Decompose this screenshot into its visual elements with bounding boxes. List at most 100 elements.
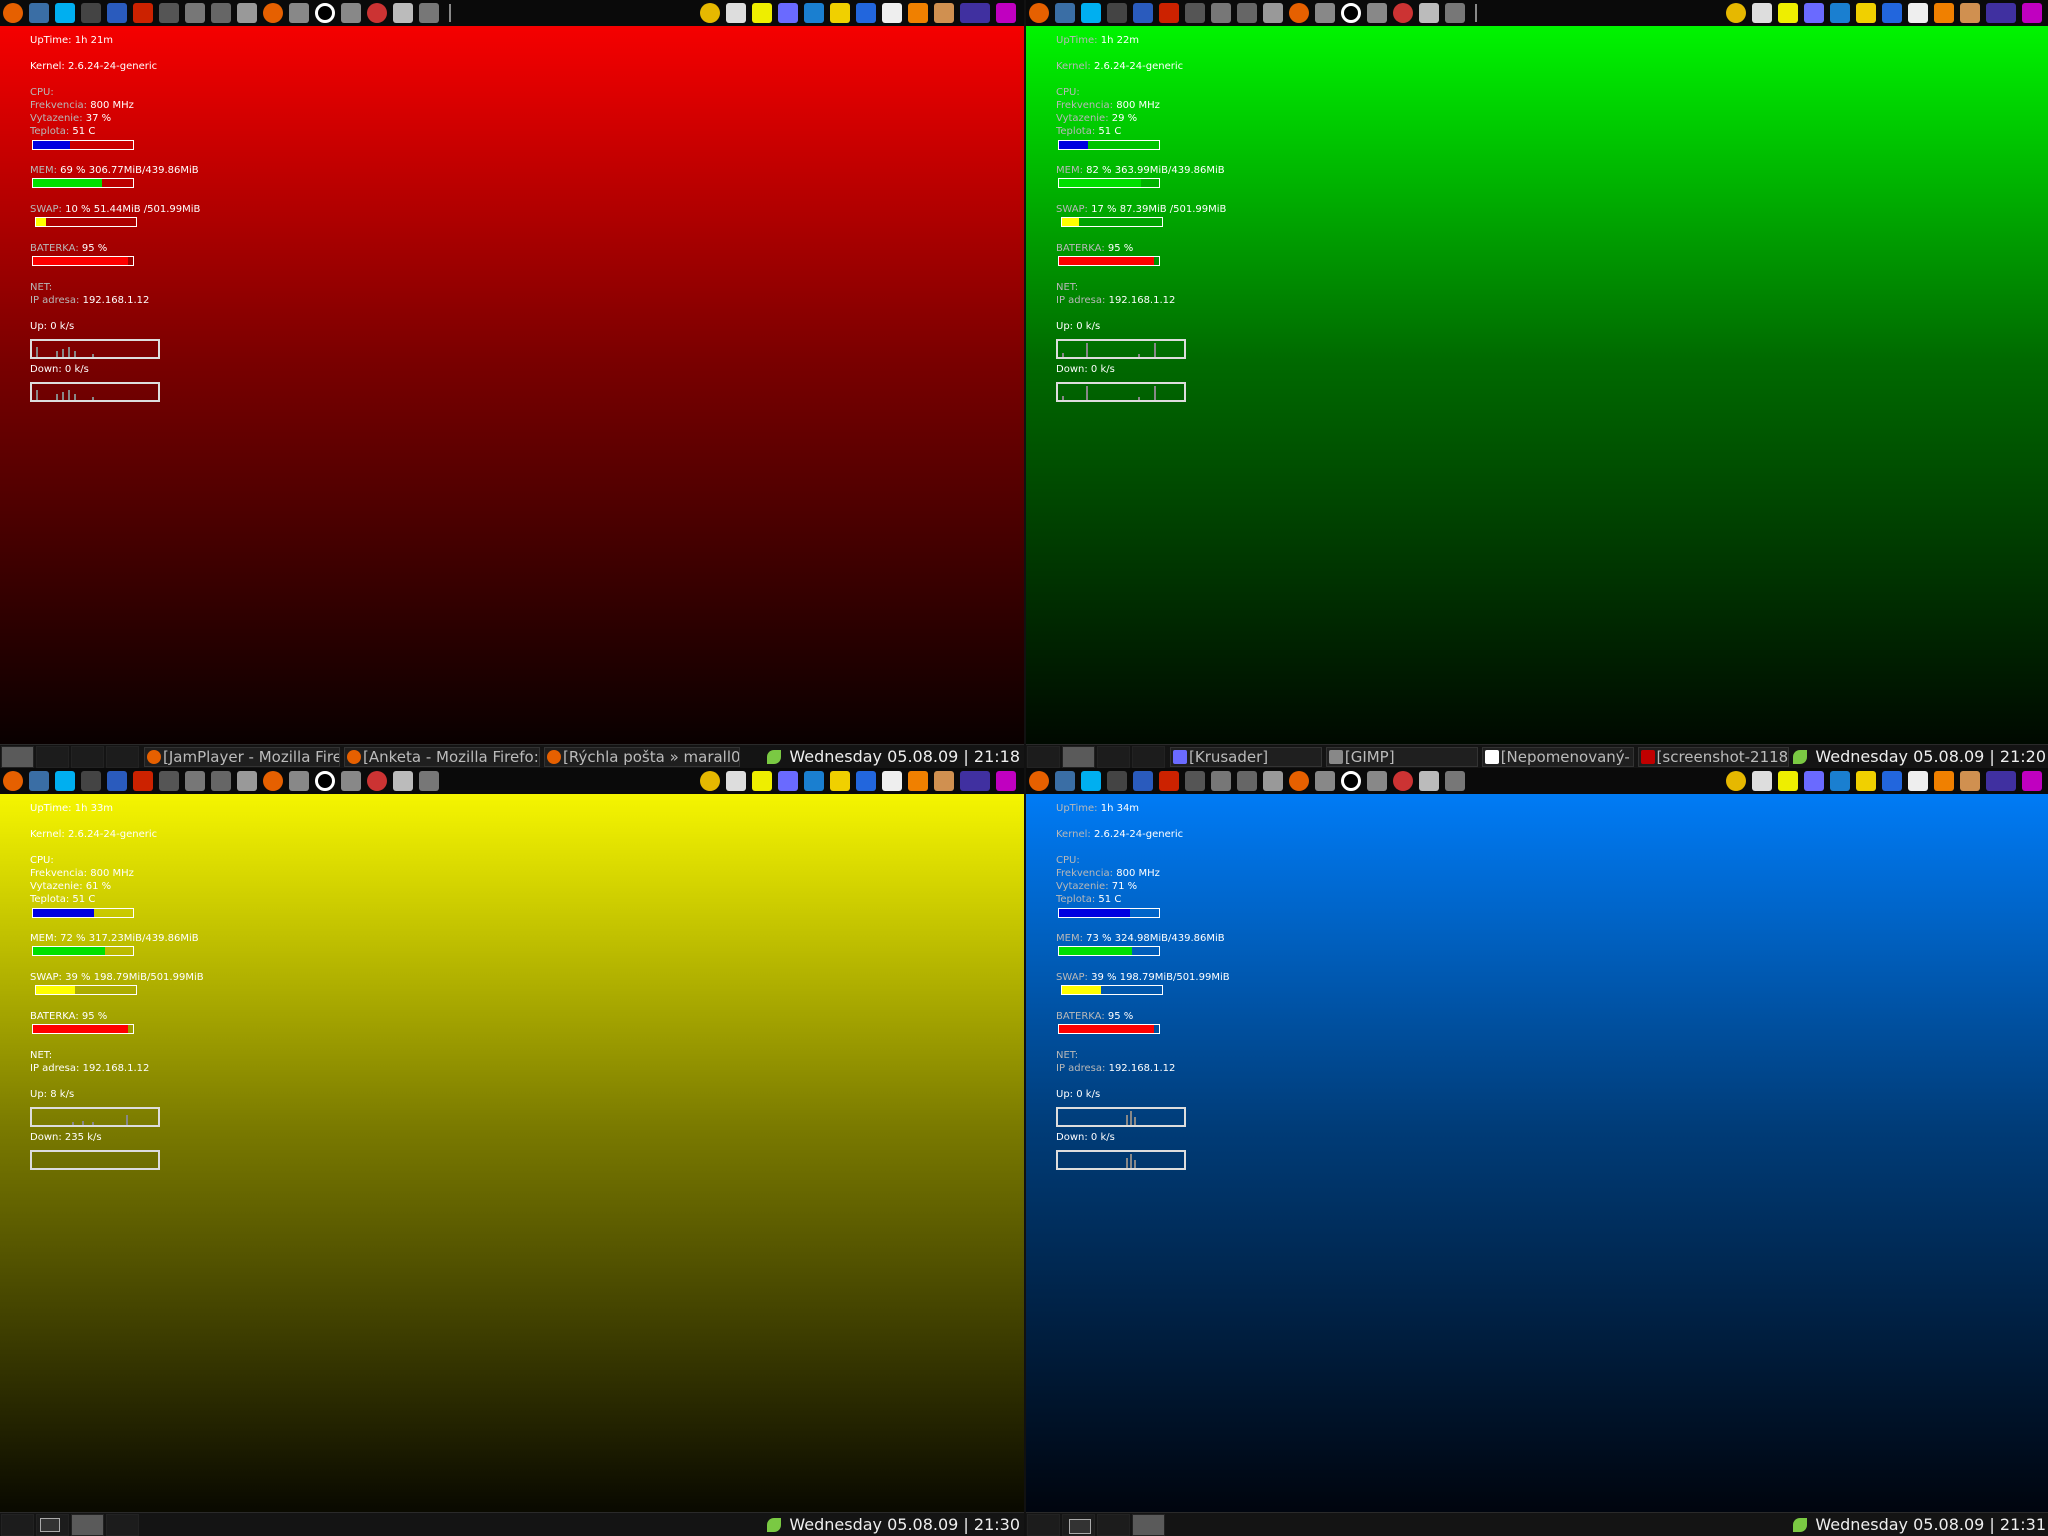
pager-desktop-4[interactable] bbox=[106, 1513, 139, 1536]
rbs-icon[interactable] bbox=[1986, 771, 2016, 791]
tools-icon[interactable] bbox=[1237, 771, 1257, 791]
cool-icon[interactable] bbox=[804, 3, 824, 23]
files-icon[interactable] bbox=[29, 771, 49, 791]
book-icon[interactable] bbox=[133, 3, 153, 23]
firefox-icon[interactable] bbox=[3, 3, 23, 23]
app-icon[interactable] bbox=[1960, 3, 1980, 23]
skype-icon[interactable] bbox=[1081, 771, 1101, 791]
pen-icon[interactable] bbox=[1445, 3, 1465, 23]
circle-icon[interactable] bbox=[1341, 3, 1361, 23]
pager-desktop-2[interactable] bbox=[36, 745, 69, 768]
tools-icon[interactable] bbox=[211, 771, 231, 791]
window-icon[interactable] bbox=[1263, 771, 1283, 791]
terminal-icon[interactable] bbox=[81, 3, 101, 23]
files-icon[interactable] bbox=[1055, 3, 1075, 23]
book-icon[interactable] bbox=[1159, 771, 1179, 791]
firefox-icon[interactable] bbox=[263, 771, 283, 791]
qq-icon[interactable] bbox=[1778, 3, 1798, 23]
app-icon[interactable] bbox=[934, 771, 954, 791]
clipboard-icon[interactable] bbox=[726, 771, 746, 791]
editor-icon[interactable] bbox=[107, 771, 127, 791]
pen-icon[interactable] bbox=[1445, 771, 1465, 791]
media-icon[interactable] bbox=[1726, 3, 1746, 23]
pager-desktop-4[interactable] bbox=[1132, 1513, 1165, 1536]
firefox-icon[interactable] bbox=[263, 3, 283, 23]
calculator-icon[interactable] bbox=[159, 771, 179, 791]
music-note-icon[interactable] bbox=[882, 3, 902, 23]
keyboard-icon[interactable] bbox=[341, 3, 361, 23]
pager-desktop-1[interactable] bbox=[1, 1513, 34, 1536]
terminal-icon[interactable] bbox=[1107, 771, 1127, 791]
pager-desktop-4[interactable] bbox=[1132, 745, 1165, 768]
cool-icon[interactable] bbox=[1830, 771, 1850, 791]
editor-icon[interactable] bbox=[1133, 771, 1153, 791]
pager-desktop-2[interactable] bbox=[36, 1513, 69, 1536]
s-icon[interactable] bbox=[1882, 3, 1902, 23]
circle-icon[interactable] bbox=[315, 3, 335, 23]
pen-icon[interactable] bbox=[419, 771, 439, 791]
terminal-icon[interactable] bbox=[81, 771, 101, 791]
terminal-icon[interactable] bbox=[1107, 3, 1127, 23]
p-icon[interactable] bbox=[2022, 3, 2042, 23]
clipboard-icon[interactable] bbox=[726, 3, 746, 23]
qq-icon[interactable] bbox=[752, 771, 772, 791]
pager-desktop-3[interactable] bbox=[1097, 1513, 1130, 1536]
clipboard-icon[interactable] bbox=[1752, 3, 1772, 23]
keyboard-icon[interactable] bbox=[1315, 771, 1335, 791]
p-icon[interactable] bbox=[2022, 771, 2042, 791]
s-icon[interactable] bbox=[856, 3, 876, 23]
monitor-icon[interactable] bbox=[1804, 771, 1824, 791]
s-icon[interactable] bbox=[856, 771, 876, 791]
book-icon[interactable] bbox=[133, 771, 153, 791]
pager-desktop-1[interactable] bbox=[1027, 1513, 1060, 1536]
firefox-icon[interactable] bbox=[1289, 771, 1309, 791]
vlc-icon[interactable] bbox=[1934, 3, 1954, 23]
vlc-icon[interactable] bbox=[908, 771, 928, 791]
calculator-icon[interactable] bbox=[159, 3, 179, 23]
music-note-icon[interactable] bbox=[1908, 3, 1928, 23]
keyboard-icon[interactable] bbox=[1315, 3, 1335, 23]
task-button[interactable]: [Rýchla pošta » marall0 bbox=[544, 746, 740, 767]
window-icon[interactable] bbox=[237, 3, 257, 23]
clock[interactable]: Wednesday 05.08.09 | 21:30 bbox=[767, 1515, 1024, 1534]
cool-icon[interactable] bbox=[804, 771, 824, 791]
firefox-icon[interactable] bbox=[1029, 771, 1049, 791]
keyboard-icon[interactable] bbox=[1367, 771, 1387, 791]
media-icon[interactable] bbox=[1726, 771, 1746, 791]
s-icon[interactable] bbox=[1882, 771, 1902, 791]
image-icon[interactable] bbox=[1419, 3, 1439, 23]
task-button[interactable]: [screenshot-2118 bbox=[1637, 746, 1790, 767]
scanner-icon[interactable] bbox=[185, 3, 205, 23]
keyboard-icon[interactable] bbox=[1367, 3, 1387, 23]
rbs-icon[interactable] bbox=[1986, 3, 2016, 23]
files-icon[interactable] bbox=[29, 3, 49, 23]
refresh-icon[interactable] bbox=[1856, 771, 1876, 791]
task-button[interactable]: [Krusader] bbox=[1170, 746, 1322, 767]
pager-desktop-1[interactable] bbox=[1, 745, 34, 768]
p-icon[interactable] bbox=[996, 771, 1016, 791]
circle-icon[interactable] bbox=[315, 771, 335, 791]
music-note-icon[interactable] bbox=[1908, 771, 1928, 791]
skype-icon[interactable] bbox=[55, 771, 75, 791]
editor-icon[interactable] bbox=[107, 3, 127, 23]
files-icon[interactable] bbox=[1055, 771, 1075, 791]
media-icon[interactable] bbox=[700, 771, 720, 791]
pager-desktop-4[interactable] bbox=[106, 745, 139, 768]
image-icon[interactable] bbox=[393, 3, 413, 23]
network-icon[interactable] bbox=[1393, 771, 1413, 791]
p-icon[interactable] bbox=[996, 3, 1016, 23]
music-note-icon[interactable] bbox=[882, 771, 902, 791]
pager-desktop-3[interactable] bbox=[71, 745, 104, 768]
refresh-icon[interactable] bbox=[1856, 3, 1876, 23]
vlc-icon[interactable] bbox=[1934, 771, 1954, 791]
firefox-icon[interactable] bbox=[1289, 3, 1309, 23]
circle-icon[interactable] bbox=[1341, 771, 1361, 791]
vlc-icon[interactable] bbox=[908, 3, 928, 23]
refresh-icon[interactable] bbox=[830, 771, 850, 791]
scanner-icon[interactable] bbox=[1211, 3, 1231, 23]
book-icon[interactable] bbox=[1159, 3, 1179, 23]
task-button[interactable]: [JamPlayer - Mozilla Fire bbox=[144, 746, 340, 767]
network-icon[interactable] bbox=[367, 3, 387, 23]
window-icon[interactable] bbox=[237, 771, 257, 791]
cool-icon[interactable] bbox=[1830, 3, 1850, 23]
